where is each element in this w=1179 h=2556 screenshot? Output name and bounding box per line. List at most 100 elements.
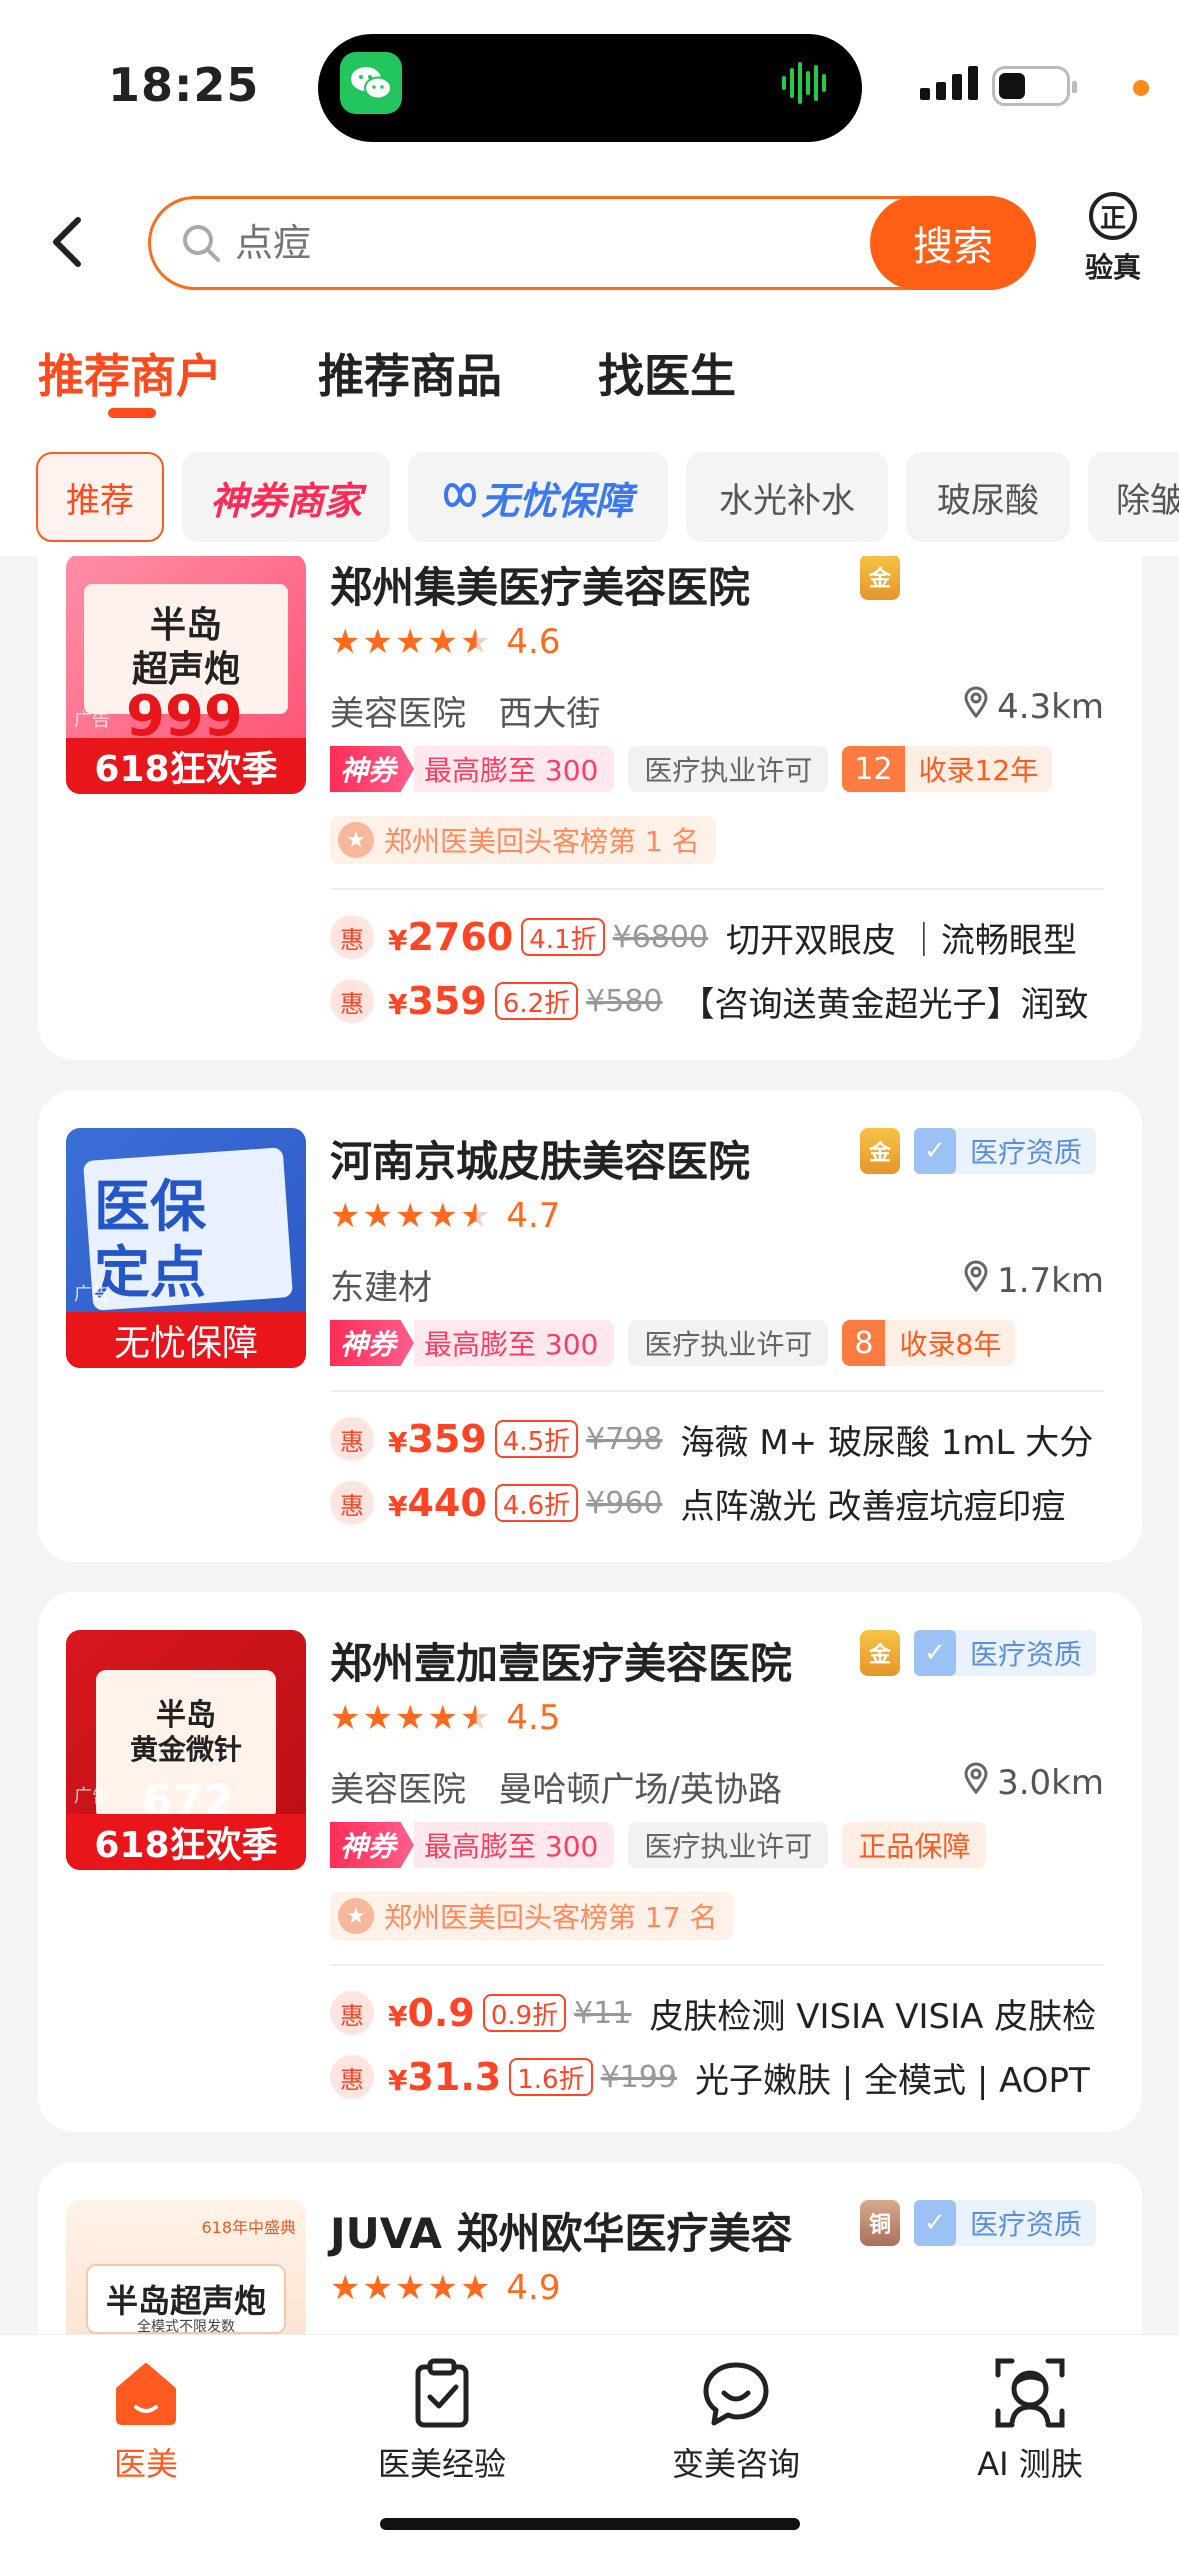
battery-icon (992, 66, 1077, 106)
rating-score: 4.7 (506, 1196, 561, 1236)
ranking-badge[interactable]: ★ 郑州医美回头客榜第 1 名 (330, 816, 716, 864)
shenquan-tag: 神券 最高膨至 300 (330, 1822, 615, 1868)
star-icon: ★ (427, 2268, 458, 2308)
chip-shenquan-merchant[interactable]: 神券商家 (182, 452, 390, 542)
deal-row[interactable]: 惠 ¥0.9 0.9折 ¥11 皮肤检测 VISIA VISIA 皮肤检 (330, 1986, 1122, 2040)
star-icon: ★ (330, 622, 361, 662)
deal-badge: 惠 (330, 1417, 374, 1461)
original-price: ¥11 (574, 1995, 632, 2031)
original-price: ¥6800 (612, 919, 709, 955)
nav-item-consultation[interactable]: 变美咨询 (616, 2357, 856, 2485)
face-scan-icon (994, 2357, 1066, 2429)
license-tag: 医疗执业许可 (628, 746, 829, 792)
star-icon: ★ (427, 622, 458, 662)
deal-row[interactable]: 惠 ¥359 6.2折 ¥580 【咨询送黄金超光子】润致 (330, 974, 1122, 1028)
deal-badge: 惠 (330, 1991, 374, 2035)
merchant-card[interactable]: 半岛 超声炮 999 广告 618狂欢季 郑州集美医疗美容医院 金 ★ ★ ★ ★ ★ … (38, 556, 1142, 1060)
shenquan-tag: 神券 最高膨至 300 (330, 746, 615, 792)
merchant-category: 东建材 (330, 1268, 432, 1308)
star-icon: ★ (394, 2268, 426, 2308)
gold-medal-icon: 金 (860, 556, 900, 600)
chip-worry-free[interactable]: 无忧保障 (408, 452, 668, 542)
deal-description: 切开双眼皮 ｜流畅眼型 (726, 920, 1077, 961)
discount-badge: 1.6折 (509, 2058, 593, 2096)
discount-badge: 0.9折 (482, 1994, 567, 2032)
merchant-tags: 神券 最高膨至 300 医疗执业许可 正品保障 (330, 1822, 987, 1868)
star-icon: ★ (330, 1196, 361, 1236)
merchant-thumbnail: 618年中盛典 半岛超声炮 全模式不限发数 (66, 2200, 306, 2334)
tab-recommended-merchants[interactable]: 推荐商户 (38, 340, 222, 406)
search-button[interactable]: 搜索 (870, 196, 1036, 290)
deal-badge: 惠 (330, 915, 374, 959)
promo-band: 无忧保障 (66, 1312, 306, 1368)
discount-badge: 4.1折 (521, 918, 605, 956)
merchant-name[interactable]: JUVA 郑州欧华医疗美容 (330, 2200, 793, 2261)
star-icon: ★ (394, 1196, 426, 1236)
verify-button[interactable]: 正 验真 (1078, 192, 1148, 286)
merchant-name[interactable]: 河南京城皮肤美容医院 (330, 1128, 750, 1189)
location-pin-icon (963, 1260, 989, 1301)
promo-band: 618狂欢季 (66, 738, 306, 794)
merchant-category: 美容医院 西大街 (330, 694, 601, 734)
chip-wrinkle-removal[interactable]: 除皱 (1088, 452, 1179, 542)
divider (330, 1390, 1104, 1392)
rating-stars: ★ ★ ★ ★ ★ 4.5 (330, 1698, 561, 1738)
home-icon (110, 2357, 182, 2429)
merchant-name[interactable]: 郑州壹加壹医疗美容医院 (330, 1630, 792, 1691)
chip-shenquan-label: 神券商家 (209, 478, 362, 523)
license-tag: 医疗执业许可 (628, 1822, 829, 1868)
star-icon: ★ (362, 2268, 393, 2308)
deal-row[interactable]: 惠 ¥440 4.6折 ¥960 点阵激光 改善痘坑痘印痘 (330, 1476, 1122, 1530)
home-indicator (380, 2518, 800, 2530)
rating-stars: ★ ★ ★ ★ ★ 4.7 (330, 1196, 561, 1236)
ranking-badge[interactable]: ★ 郑州医美回头客榜第 17 名 (330, 1892, 734, 1940)
original-price: ¥199 (600, 2059, 677, 2095)
chip-recommended[interactable]: 推荐 (36, 452, 164, 542)
star-icon: ★ (362, 1196, 393, 1236)
nav-item-medical-beauty[interactable]: 医美 (26, 2357, 266, 2485)
star-half-icon: ★ (459, 1196, 491, 1236)
filter-chips: 推荐 神券商家 无忧保障 水光补水 玻尿酸 除皱 (0, 452, 1179, 542)
gold-medal-icon: 金 (860, 1128, 900, 1174)
nav-item-experience[interactable]: 医美经验 (322, 2357, 562, 2485)
original-price: ¥798 (586, 1421, 663, 1457)
signal-icon (920, 66, 978, 100)
nav-item-ai-skin-test[interactable]: AI 测肤 (910, 2357, 1150, 2485)
deal-row[interactable]: 惠 ¥31.3 1.6折 ¥199 光子嫩肤 | 全模式 | AOPT (330, 2050, 1122, 2104)
merchant-card[interactable]: 医保 定点 广告 无忧保障 河南京城皮肤美容医院 金 ✓ 医疗资质 ★ ★ ★ ★ ★ 4… (38, 1090, 1142, 1562)
deal-row[interactable]: 惠 ¥359 4.5折 ¥798 海薇 M+ 玻尿酸 1mL 大分 (330, 1412, 1122, 1466)
chip-hydration[interactable]: 水光补水 (686, 452, 888, 542)
divider (330, 888, 1104, 890)
star-icon: ★ (330, 1698, 361, 1738)
star-icon: ★ (427, 1698, 458, 1738)
star-half-icon: ★ (459, 622, 491, 662)
genuine-guarantee-tag: 正品保障 (842, 1822, 987, 1868)
distance: 1.7km (963, 1260, 1104, 1301)
star-half-icon: ★ (459, 1698, 491, 1738)
rating-stars: ★ ★ ★ ★ ★ 4.6 (330, 622, 561, 662)
deal-row[interactable]: 惠 ¥2760 4.1折 ¥6800 切开双眼皮 ｜流畅眼型 (330, 910, 1122, 964)
tab-find-doctor[interactable]: 找医生 (598, 340, 736, 406)
medical-qualification-badge: ✓ 医疗资质 (914, 2200, 1097, 2246)
merchant-thumbnail: 医保 定点 广告 无忧保障 (66, 1128, 306, 1368)
merchant-card[interactable]: 半岛 黄金微针 672 广告 618狂欢季 郑州壹加壹医疗美容医院 金 ✓ 医疗资… (38, 1592, 1142, 2132)
wechat-icon[interactable] (340, 52, 402, 114)
discount-badge: 6.2折 (494, 982, 579, 1020)
merchant-tags: 神券 最高膨至 300 医疗执业许可 8 收录8年 (330, 1320, 1016, 1366)
record-years-tag: 8 收录8年 (842, 1320, 1016, 1366)
status-time: 18:25 (108, 58, 260, 112)
chat-smile-icon (700, 2357, 772, 2429)
merchant-name[interactable]: 郑州集美医疗美容医院 (330, 556, 750, 615)
back-icon[interactable] (48, 212, 88, 272)
search-box[interactable]: 搜索 (148, 196, 1036, 290)
merchant-card[interactable]: 618年中盛典 半岛超声炮 全模式不限发数 JUVA 郑州欧华医疗美容 铜 ✓ 医… (38, 2162, 1142, 2334)
search-icon (181, 223, 221, 267)
chip-hyaluronic-acid[interactable]: 玻尿酸 (906, 452, 1070, 542)
record-years-tag: 12 收录12年 (842, 746, 1053, 792)
tab-recommended-products[interactable]: 推荐商品 (318, 340, 502, 406)
deal-description: 【咨询送黄金超光子】润致 (680, 984, 1089, 1025)
merchant-list: 半岛 超声炮 999 广告 618狂欢季 郑州集美医疗美容医院 金 ★ ★ ★ ★ ★ … (0, 556, 1179, 2334)
search-input[interactable] (235, 213, 795, 273)
merchant-thumbnail: 半岛 黄金微针 672 广告 618狂欢季 (66, 1630, 306, 1870)
shield-check-icon: ✓ (914, 1128, 956, 1174)
